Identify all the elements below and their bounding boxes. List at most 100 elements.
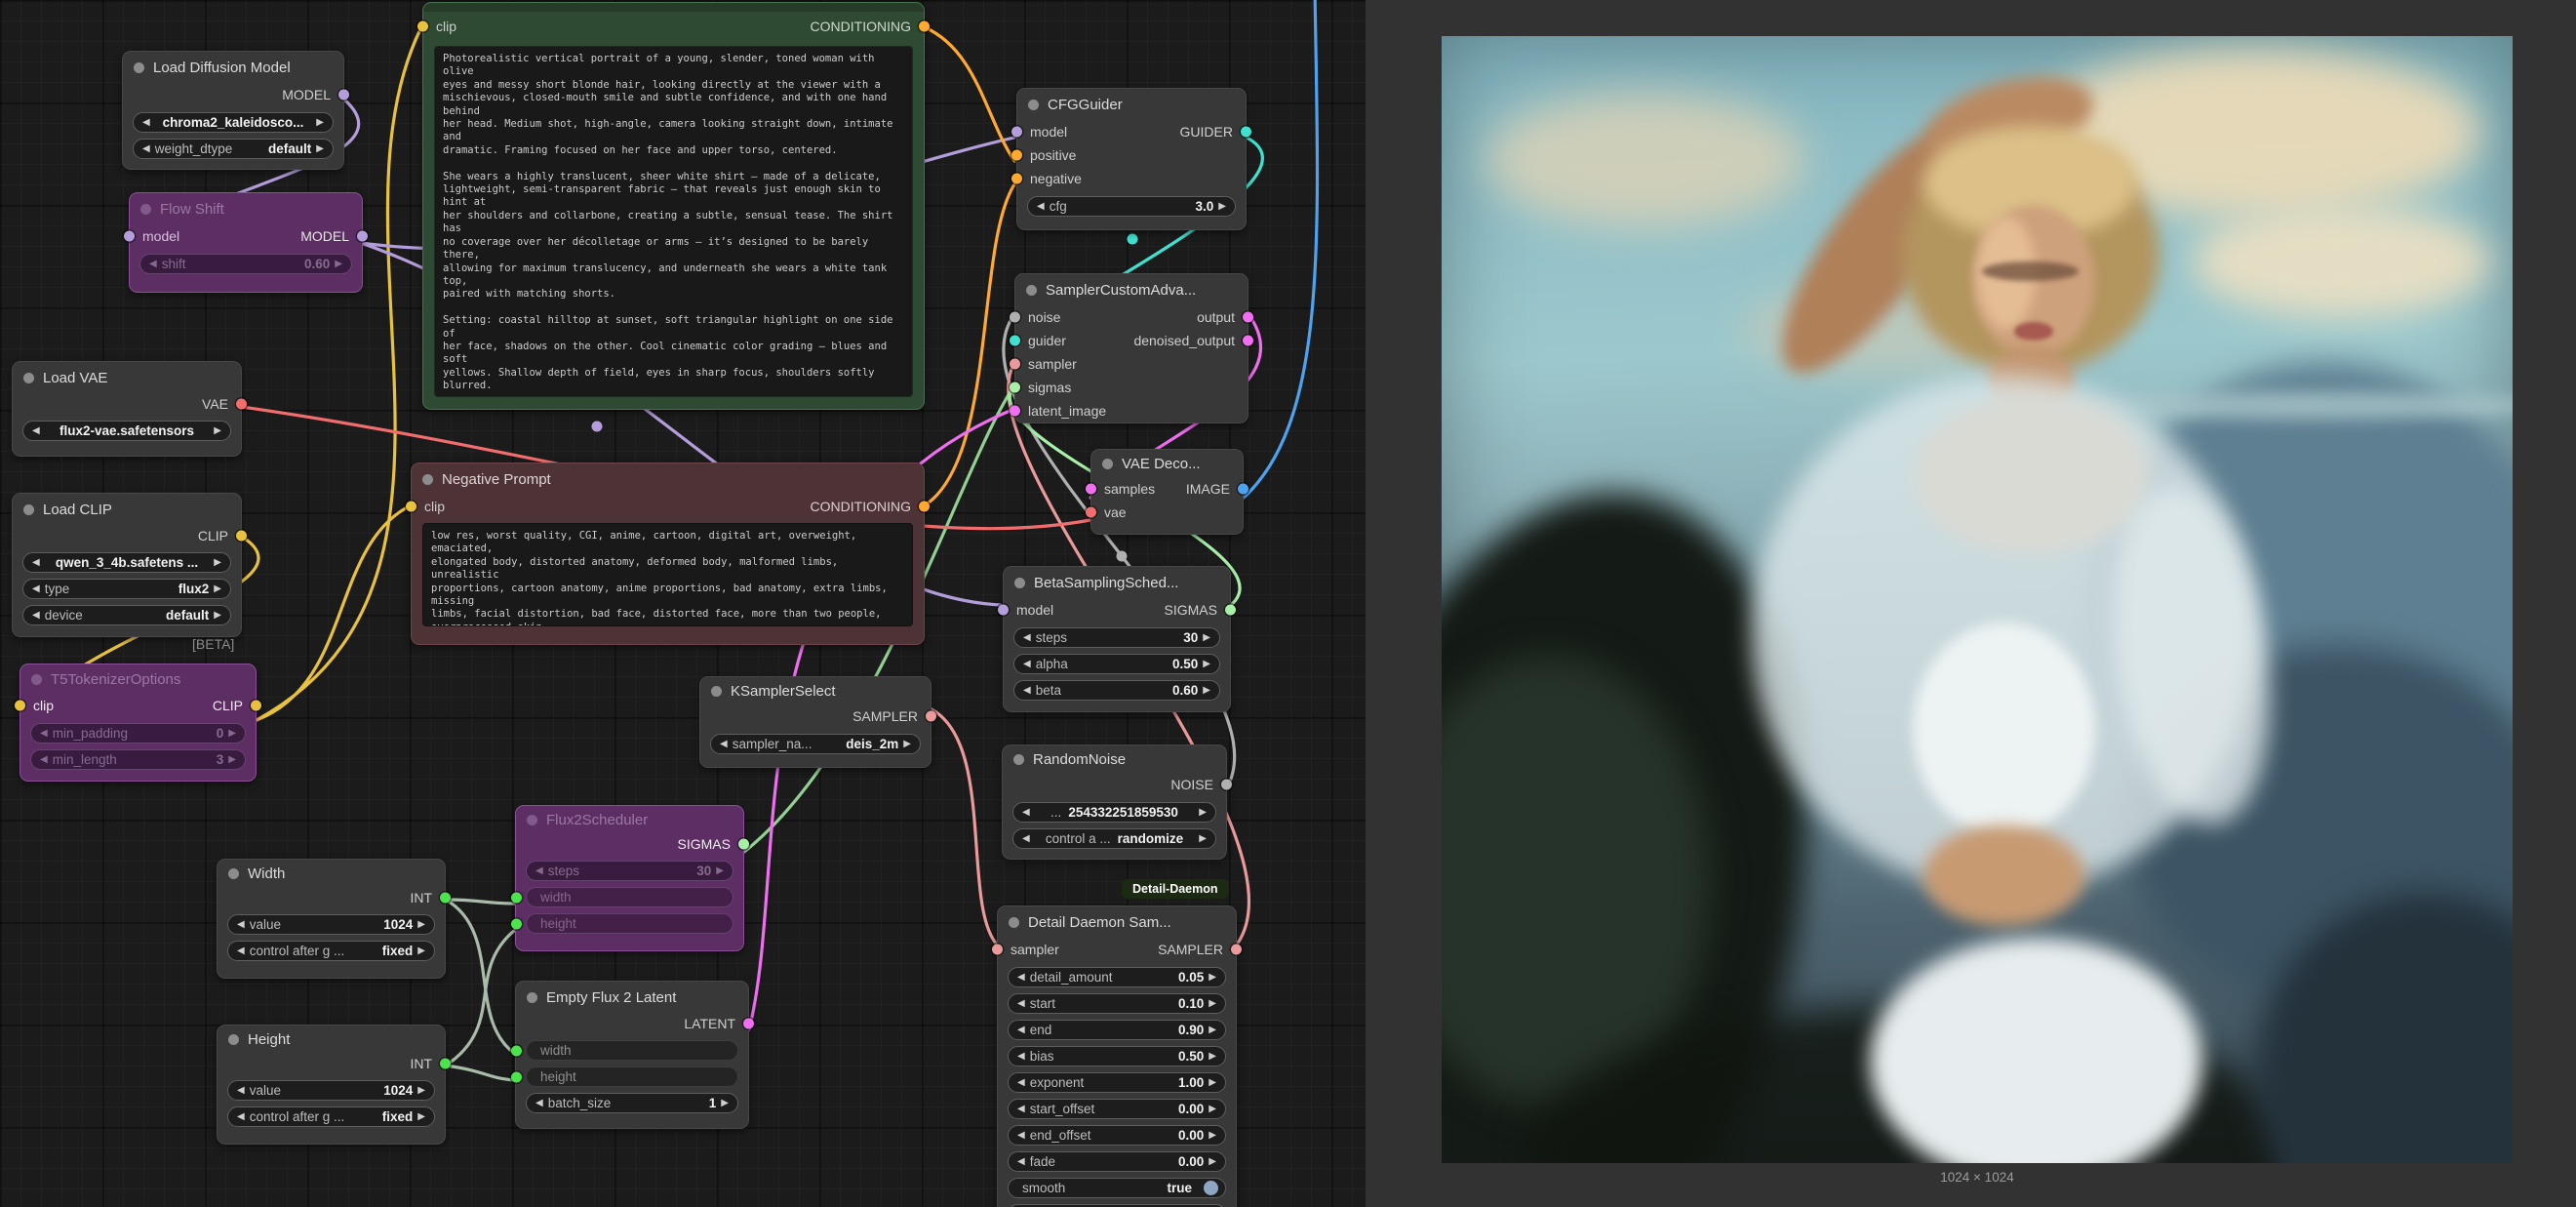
- increment-arrow-icon[interactable]: ▶: [1209, 1105, 1216, 1114]
- height-input-slot[interactable]: height: [526, 1066, 738, 1087]
- alpha-widget[interactable]: ◀ alpha 0.50 ▶: [1013, 654, 1220, 674]
- model-output-port[interactable]: [357, 231, 368, 242]
- increment-arrow-icon[interactable]: ▶: [1209, 1078, 1216, 1088]
- collapse-dot-icon[interactable]: [31, 674, 42, 685]
- decrement-arrow-icon[interactable]: ◀: [1022, 808, 1030, 818]
- value-widget[interactable]: ◀ value 1024 ▶: [227, 1080, 435, 1101]
- decrement-arrow-icon[interactable]: ◀: [1017, 1157, 1025, 1167]
- decrement-arrow-icon[interactable]: ◀: [237, 1112, 245, 1122]
- decrement-arrow-icon[interactable]: ◀: [237, 920, 245, 930]
- noise-input-port[interactable]: [1010, 312, 1020, 323]
- increment-arrow-icon[interactable]: ▶: [1203, 660, 1210, 669]
- guider-input-port[interactable]: [1010, 336, 1020, 346]
- sampler-output-port[interactable]: [926, 711, 936, 722]
- value-widget[interactable]: ◀ value 1024 ▶: [227, 914, 435, 935]
- node-cfg-guider[interactable]: CFGGuider model GUIDER positive negative…: [1016, 88, 1247, 230]
- noise-output-port[interactable]: [1221, 780, 1232, 790]
- height-input-port[interactable]: [511, 1071, 522, 1082]
- decrement-arrow-icon[interactable]: ◀: [535, 1099, 543, 1108]
- clip-name-widget[interactable]: ◀ qwen_3_4b.safetens ... ▶: [22, 552, 231, 573]
- decrement-arrow-icon[interactable]: ◀: [1023, 660, 1031, 669]
- batch-size-widget[interactable]: ◀ batch_size 1 ▶: [526, 1093, 738, 1113]
- vae-input-port[interactable]: [1086, 507, 1096, 518]
- node-beta-sampling-scheduler[interactable]: BetaSamplingSched... model SIGMAS ◀ step…: [1003, 566, 1231, 712]
- latent-image-input-port[interactable]: [1010, 406, 1020, 417]
- type-widget[interactable]: ◀ type flux2 ▶: [22, 579, 231, 599]
- collapse-dot-icon[interactable]: [23, 373, 34, 383]
- increment-arrow-icon[interactable]: ▶: [316, 144, 324, 154]
- increment-arrow-icon[interactable]: ▶: [214, 426, 221, 436]
- decrement-arrow-icon[interactable]: ◀: [142, 144, 150, 154]
- start-offset-widget[interactable]: ◀ start_offset 0.00 ▶: [1008, 1099, 1226, 1119]
- start-widget[interactable]: ◀ start 0.10 ▶: [1008, 993, 1226, 1014]
- decrement-arrow-icon[interactable]: ◀: [32, 558, 40, 568]
- clip-input-port[interactable]: [406, 502, 416, 512]
- guider-output-port[interactable]: [1241, 127, 1251, 138]
- int-output-port[interactable]: [440, 893, 451, 904]
- control-after-generate-widget[interactable]: ◀ control a ... randomize ▶: [1012, 828, 1216, 849]
- width-input-slot[interactable]: width: [526, 887, 733, 907]
- decrement-arrow-icon[interactable]: ◀: [1022, 834, 1030, 844]
- steps-widget[interactable]: ◀ steps 30 ▶: [1013, 627, 1220, 648]
- increment-arrow-icon[interactable]: ▶: [228, 755, 236, 765]
- conditioning-output-port[interactable]: [919, 21, 930, 32]
- conditioning-output-port[interactable]: [919, 502, 930, 512]
- model-input-port[interactable]: [1011, 127, 1022, 138]
- collapse-dot-icon[interactable]: [527, 992, 537, 1003]
- node-ksampler-select[interactable]: KSamplerSelect SAMPLER ◀ sampler_na... d…: [699, 676, 931, 768]
- samples-input-port[interactable]: [1086, 484, 1096, 495]
- increment-arrow-icon[interactable]: ▶: [214, 611, 221, 621]
- bias-widget[interactable]: ◀ bias 0.50 ▶: [1008, 1046, 1226, 1066]
- increment-arrow-icon[interactable]: ▶: [721, 1099, 729, 1108]
- collapse-dot-icon[interactable]: [1026, 285, 1037, 296]
- decrement-arrow-icon[interactable]: ◀: [40, 755, 48, 765]
- increment-arrow-icon[interactable]: ▶: [1199, 808, 1207, 818]
- negative-input-port[interactable]: [1011, 174, 1022, 184]
- node-load-diffusion-model[interactable]: Load Diffusion Model MODEL ◀ chroma2_kal…: [122, 51, 344, 170]
- vae-name-widget[interactable]: ◀ flux2-vae.safetensors ▶: [22, 421, 231, 441]
- node-height[interactable]: Height INT ◀ value 1024 ▶ ◀ control afte…: [217, 1025, 446, 1145]
- width-input-port[interactable]: [511, 1045, 522, 1056]
- node-random-noise[interactable]: RandomNoise NOISE ◀ ... 254332251859530 …: [1002, 744, 1227, 860]
- decrement-arrow-icon[interactable]: ◀: [40, 729, 48, 739]
- positive-input-port[interactable]: [1011, 150, 1022, 161]
- clip-input-port[interactable]: [417, 21, 428, 32]
- min-padding-widget[interactable]: ◀ min_padding 0 ▶: [30, 723, 246, 744]
- node-flux2-scheduler[interactable]: Flux2Scheduler SIGMAS ◀ steps 30 ▶ width…: [515, 805, 744, 951]
- increment-arrow-icon[interactable]: ▶: [716, 866, 724, 876]
- increment-arrow-icon[interactable]: ▶: [417, 1086, 425, 1096]
- node-load-vae[interactable]: Load VAE VAE ◀ flux2-vae.safetensors ▶: [12, 361, 242, 457]
- sigmas-output-port[interactable]: [1225, 605, 1236, 616]
- vae-output-port[interactable]: [236, 399, 247, 410]
- increment-arrow-icon[interactable]: ▶: [214, 584, 221, 594]
- decrement-arrow-icon[interactable]: ◀: [1017, 999, 1025, 1009]
- collapse-dot-icon[interactable]: [711, 686, 722, 697]
- increment-arrow-icon[interactable]: ▶: [417, 946, 425, 956]
- output-port[interactable]: [1243, 312, 1253, 323]
- latent-output-port[interactable]: [743, 1019, 754, 1029]
- generated-image[interactable]: [1442, 36, 2513, 1163]
- decrement-arrow-icon[interactable]: ◀: [237, 1086, 245, 1096]
- model-output-port[interactable]: [338, 90, 349, 101]
- int-output-port[interactable]: [440, 1059, 451, 1069]
- decrement-arrow-icon[interactable]: ◀: [32, 611, 40, 621]
- decrement-arrow-icon[interactable]: ◀: [1017, 1131, 1025, 1141]
- collapse-dot-icon[interactable]: [1013, 754, 1024, 765]
- decrement-arrow-icon[interactable]: ◀: [142, 118, 150, 128]
- collapse-dot-icon[interactable]: [134, 62, 144, 73]
- denoised-output-port[interactable]: [1243, 336, 1253, 346]
- increment-arrow-icon[interactable]: ▶: [1199, 834, 1207, 844]
- weight-dtype-widget[interactable]: ◀ weight_dtype default ▶: [133, 139, 334, 159]
- steps-widget[interactable]: ◀ steps 30 ▶: [526, 861, 733, 881]
- decrement-arrow-icon[interactable]: ◀: [1017, 1026, 1025, 1035]
- exponent-widget[interactable]: ◀ exponent 1.00 ▶: [1008, 1072, 1226, 1093]
- clip-output-port[interactable]: [251, 701, 261, 711]
- node-load-clip[interactable]: Load CLIP CLIP ◀ qwen_3_4b.safetens ... …: [12, 493, 242, 637]
- increment-arrow-icon[interactable]: ▶: [1218, 202, 1226, 212]
- increment-arrow-icon[interactable]: ▶: [1209, 1131, 1216, 1141]
- decrement-arrow-icon[interactable]: ◀: [1017, 973, 1025, 983]
- shift-widget[interactable]: ◀ shift 0.60 ▶: [139, 254, 352, 274]
- collapse-dot-icon[interactable]: [422, 474, 433, 485]
- collapse-dot-icon[interactable]: [1102, 459, 1113, 469]
- collapse-dot-icon[interactable]: [527, 815, 537, 825]
